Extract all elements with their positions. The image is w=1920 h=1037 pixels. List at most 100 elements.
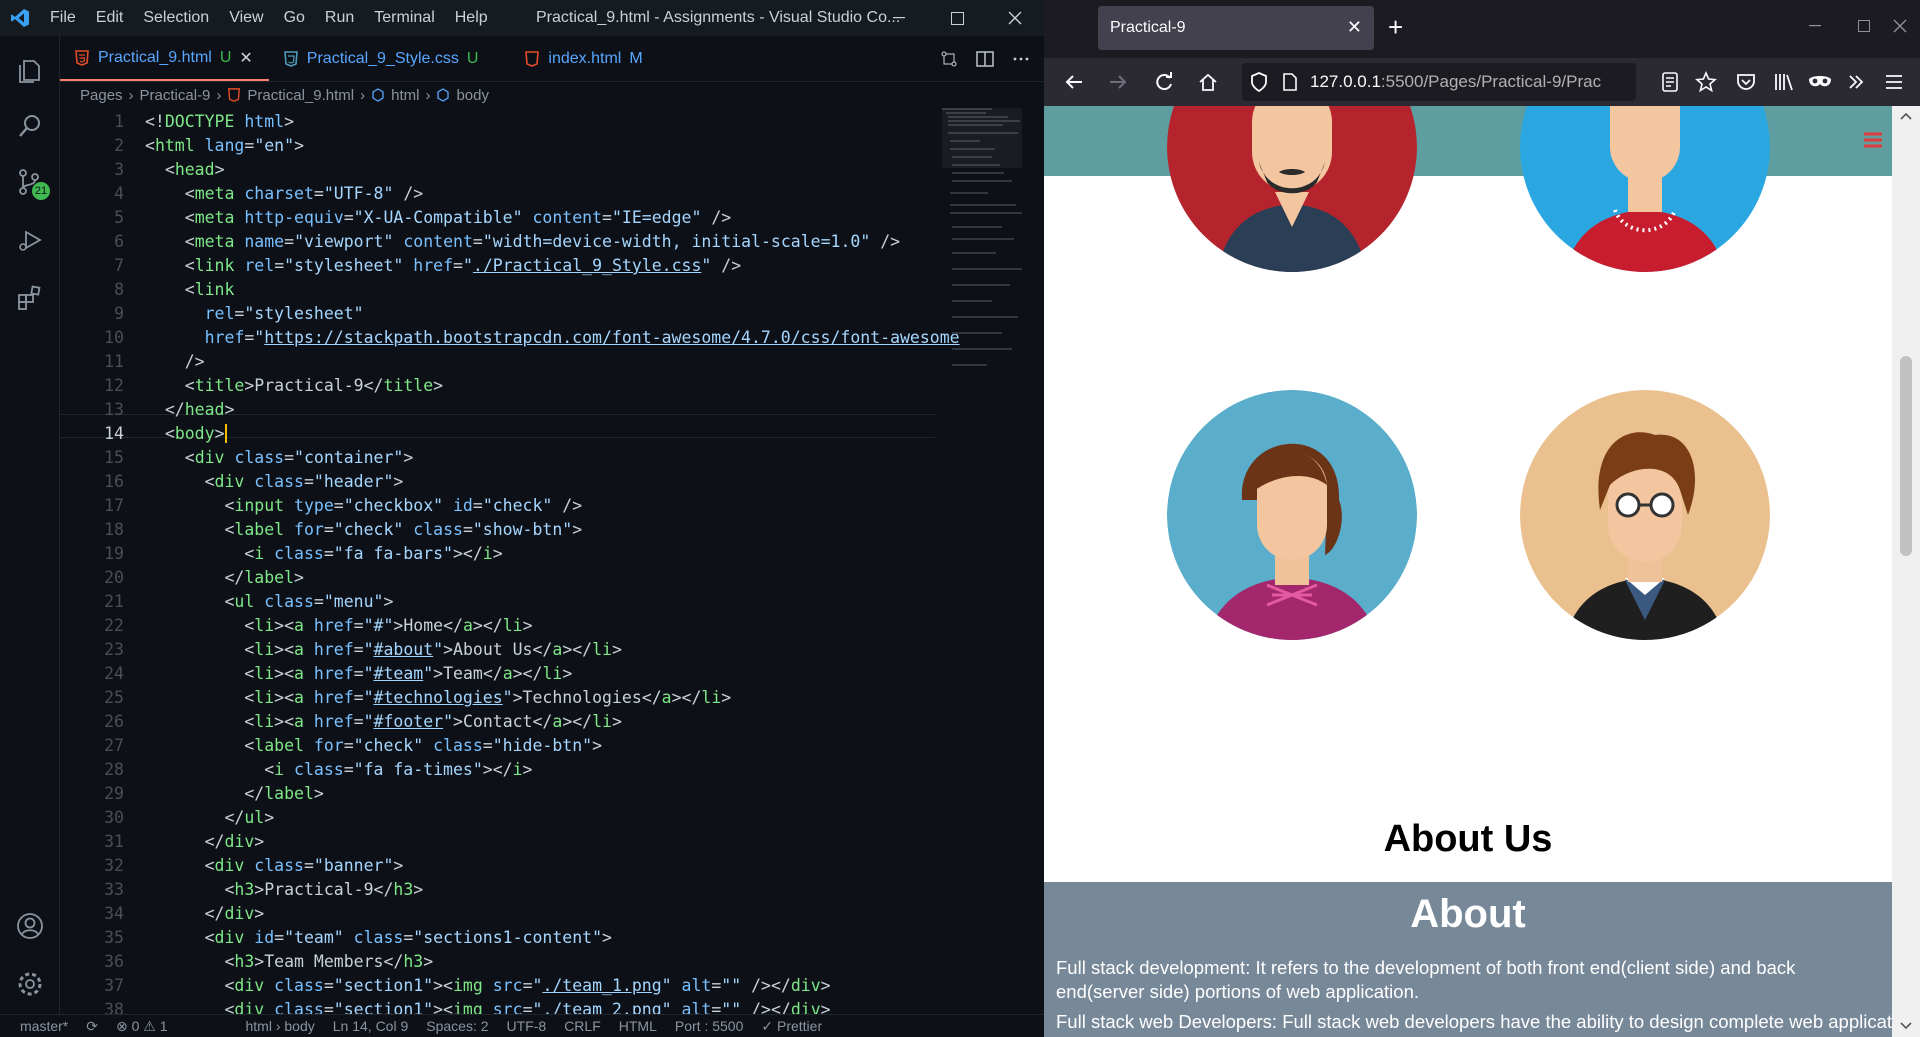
- back-arrow-icon[interactable]: [1062, 70, 1086, 94]
- line-number: 18: [104, 520, 124, 539]
- settings-gear-icon[interactable]: [10, 964, 50, 1004]
- scroll-up-icon[interactable]: [1900, 112, 1912, 120]
- reload-icon[interactable]: [1152, 70, 1176, 94]
- prettier-status[interactable]: ✓ Prettier: [761, 1018, 822, 1035]
- private-mask-icon[interactable]: [1808, 70, 1832, 94]
- minimize-button[interactable]: [870, 0, 928, 36]
- vscode-logo-icon: [0, 0, 40, 36]
- code-line: <meta charset="UTF-8" />: [184, 184, 424, 203]
- menu-terminal[interactable]: Terminal: [364, 9, 444, 27]
- code-line: <link: [184, 280, 235, 299]
- breadcrumb-item[interactable]: html: [391, 87, 419, 104]
- language-path: html › body: [245, 1018, 315, 1034]
- sync-icon[interactable]: ⟳: [86, 1018, 98, 1035]
- line-number: 2: [114, 136, 124, 155]
- cursor-position[interactable]: Ln 14, Col 9: [333, 1018, 409, 1034]
- minimap[interactable]: [942, 108, 1022, 428]
- menu-help[interactable]: Help: [445, 9, 498, 27]
- page-scrollbar[interactable]: [1892, 106, 1920, 1037]
- maximize-button[interactable]: [1844, 0, 1884, 52]
- tab-index-html[interactable]: index.html M: [494, 36, 658, 81]
- indentation[interactable]: Spaces: 2: [426, 1018, 488, 1034]
- breadcrumb-item[interactable]: body: [456, 87, 489, 104]
- line-number: 7: [114, 256, 124, 275]
- html5-icon: [228, 88, 241, 102]
- close-window-button[interactable]: [1880, 0, 1920, 52]
- line-number: 16: [104, 472, 124, 491]
- menu-go[interactable]: Go: [274, 9, 315, 27]
- line-number: 28: [104, 760, 124, 779]
- library-icon[interactable]: [1772, 70, 1796, 94]
- overflow-chevron-icon[interactable]: [1844, 70, 1868, 94]
- pocket-icon[interactable]: [1734, 70, 1758, 94]
- menu-view[interactable]: View: [219, 9, 273, 27]
- about-heading: About: [1410, 892, 1526, 936]
- menu-edit[interactable]: Edit: [86, 9, 134, 27]
- problems-indicator[interactable]: ⊗ 0 ⚠ 1: [116, 1018, 168, 1035]
- more-actions-icon[interactable]: [1012, 50, 1030, 68]
- shield-icon[interactable]: [1250, 72, 1268, 92]
- element-cube-icon: [437, 88, 450, 102]
- hamburger-menu-icon[interactable]: [1882, 70, 1906, 94]
- code-line: <body>: [164, 424, 227, 443]
- home-icon[interactable]: [1196, 70, 1220, 94]
- account-icon[interactable]: [10, 906, 50, 946]
- breadcrumb-item[interactable]: Practical_9.html: [247, 87, 354, 104]
- explorer-icon[interactable]: [10, 50, 50, 90]
- menu-bars-icon[interactable]: [1864, 132, 1882, 148]
- run-debug-icon[interactable]: [10, 220, 50, 260]
- line-number: 38: [104, 1000, 124, 1014]
- line-number: 22: [104, 616, 124, 635]
- bookmark-star-icon[interactable]: [1694, 70, 1718, 94]
- line-ending[interactable]: CRLF: [564, 1018, 601, 1034]
- line-number: 36: [104, 952, 124, 971]
- line-number: 17: [104, 496, 124, 515]
- line-number: 30: [104, 808, 124, 827]
- code-line: <meta http-equiv="X-UA-Compatible" conte…: [184, 208, 732, 227]
- code-editor[interactable]: 1 2 3 4 5 6 7 8 9 10 11 12 13 14 15 16 17 18 19 20 21 22 23 24 2…: [60, 108, 1044, 1014]
- split-editor-icon[interactable]: [976, 50, 994, 68]
- menu-selection[interactable]: Selection: [133, 9, 219, 27]
- tab-status: U: [466, 49, 479, 67]
- search-icon[interactable]: [10, 106, 50, 146]
- reader-view-icon[interactable]: [1658, 70, 1682, 94]
- live-server-port[interactable]: Port : 5500: [675, 1018, 744, 1034]
- line-number: 25: [104, 688, 124, 707]
- close-window-button[interactable]: [986, 0, 1044, 36]
- line-number: 34: [104, 904, 124, 923]
- code-line: <li><a href="#">Home</a></li>: [244, 616, 533, 635]
- scrollbar-thumb[interactable]: [1900, 356, 1912, 556]
- extensions-icon[interactable]: [10, 278, 50, 318]
- code-line: <li><a href="#technologies">Technologies…: [244, 688, 732, 707]
- code-line: <head>: [164, 160, 225, 179]
- code-line: </head>: [164, 400, 235, 419]
- tab-practical-9-style-css[interactable]: Practical_9_Style.css U: [269, 36, 495, 81]
- forward-arrow-icon[interactable]: [1106, 70, 1130, 94]
- browser-tab[interactable]: Practical-9 ✕: [1098, 6, 1374, 50]
- tab-close-icon[interactable]: ✕: [239, 48, 252, 68]
- line-number: 14: [104, 424, 124, 443]
- encoding[interactable]: UTF-8: [507, 1018, 547, 1034]
- line-number: 6: [114, 232, 124, 251]
- breadcrumb-item[interactable]: Pages: [80, 87, 123, 104]
- close-tab-icon[interactable]: ✕: [1347, 17, 1362, 38]
- code-line: <ul class="menu">: [224, 592, 394, 611]
- chevron-right-icon: ›: [216, 86, 222, 104]
- source-control-icon[interactable]: 21: [10, 162, 50, 202]
- menu-file[interactable]: File: [40, 9, 86, 27]
- language-mode[interactable]: HTML: [619, 1018, 657, 1034]
- code-line: />: [184, 352, 205, 371]
- tab-practical-9-html[interactable]: Practical_9.html U ✕: [60, 36, 269, 81]
- page-icon: [1283, 73, 1297, 91]
- git-branch[interactable]: master*: [20, 1018, 68, 1034]
- breadcrumb-item[interactable]: Practical-9: [140, 87, 211, 104]
- url-bar[interactable]: 127.0.0.1:5500/Pages/Practical-9/Prac: [1242, 63, 1636, 101]
- scroll-down-icon[interactable]: [1900, 1022, 1912, 1030]
- browser-toolbar: 127.0.0.1:5500/Pages/Practical-9/Prac: [1044, 58, 1920, 106]
- minimize-button[interactable]: [1786, 0, 1844, 52]
- code-line: <meta name="viewport" content="width=dev…: [184, 232, 901, 251]
- new-tab-icon[interactable]: +: [1388, 12, 1403, 43]
- open-changes-icon[interactable]: [940, 50, 958, 68]
- menu-run[interactable]: Run: [315, 9, 364, 27]
- maximize-button[interactable]: [928, 0, 986, 36]
